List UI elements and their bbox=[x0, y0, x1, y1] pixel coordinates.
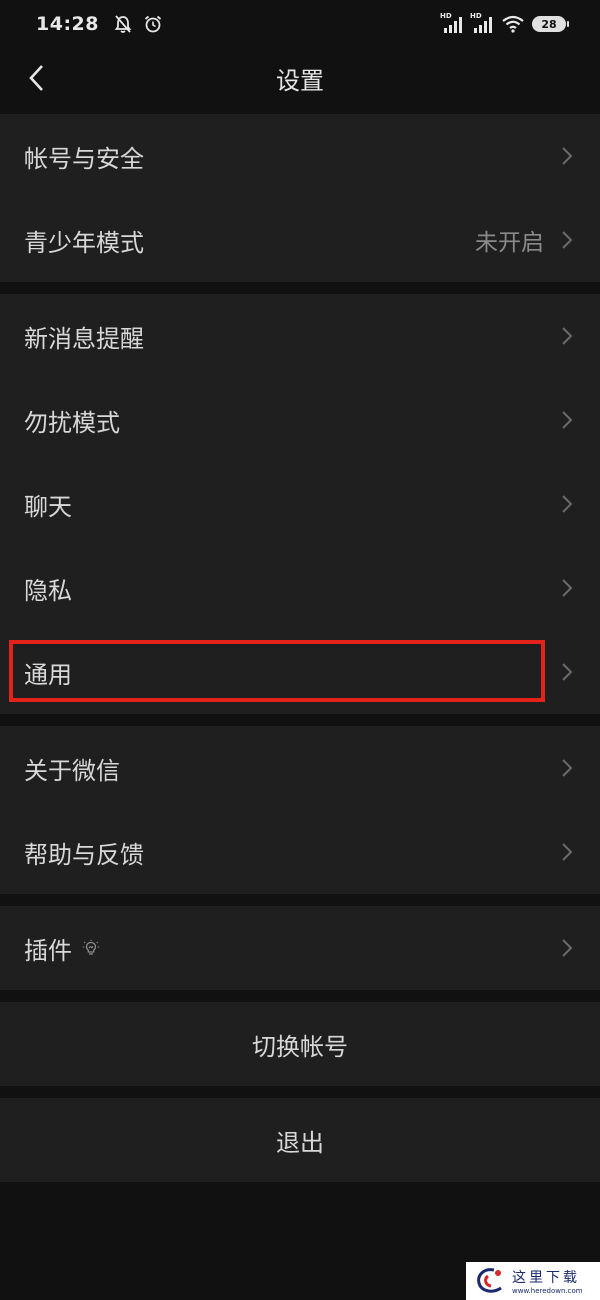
bell-muted-icon bbox=[114, 15, 132, 33]
chevron-right-icon bbox=[562, 759, 573, 777]
settings-item-chat[interactable]: 聊天 bbox=[0, 462, 600, 546]
settings-item-label: 帮助与反馈 bbox=[24, 840, 144, 869]
status-bar: 14:28 HD HD 28 bbox=[0, 0, 600, 48]
settings-item-do-not-disturb[interactable]: 勿扰模式 bbox=[0, 378, 600, 462]
chevron-right-icon bbox=[562, 147, 573, 165]
teen-mode-status: 未开启 bbox=[475, 230, 544, 256]
settings-item-label: 隐私 bbox=[24, 576, 72, 605]
chevron-right-icon bbox=[562, 231, 573, 249]
chevron-right-icon bbox=[562, 411, 573, 429]
highlight-box bbox=[9, 640, 545, 702]
wifi-icon bbox=[502, 15, 524, 33]
page-title: 设置 bbox=[276, 66, 324, 95]
signal-icon: HD bbox=[470, 12, 494, 34]
settings-item-about-wechat[interactable]: 关于微信 bbox=[0, 726, 600, 810]
switch-account-button[interactable]: 切换帐号 bbox=[0, 1002, 600, 1086]
settings-group-account: 帐号与安全 青少年模式 未开启 bbox=[0, 114, 600, 282]
watermark-logo-icon bbox=[477, 1268, 502, 1293]
settings-item-plugins[interactable]: 插件 bbox=[0, 906, 600, 990]
alarm-icon bbox=[144, 15, 162, 33]
battery-icon: 28 bbox=[532, 16, 569, 32]
settings-group-plugins: 插件 bbox=[0, 906, 600, 990]
watermark-url: www.heredown.com bbox=[512, 1287, 583, 1295]
settings-item-label: 新消息提醒 bbox=[24, 324, 144, 353]
signal-icon: HD bbox=[440, 12, 464, 34]
status-time: 14:28 bbox=[36, 13, 99, 35]
switch-account-label: 切换帐号 bbox=[252, 1032, 348, 1061]
settings-item-label: 关于微信 bbox=[24, 756, 120, 785]
settings-group-about: 关于微信 帮助与反馈 bbox=[0, 726, 600, 894]
settings-item-label: 青少年模式 bbox=[24, 228, 144, 257]
settings-item-label: 插件 bbox=[24, 936, 72, 965]
settings-item-privacy[interactable]: 隐私 bbox=[0, 546, 600, 630]
logout-button[interactable]: 退出 bbox=[0, 1098, 600, 1182]
settings-item-help-feedback[interactable]: 帮助与反馈 bbox=[0, 810, 600, 894]
settings-item-label: 勿扰模式 bbox=[24, 408, 120, 437]
settings-item-notifications[interactable]: 新消息提醒 bbox=[0, 294, 600, 378]
chevron-left-icon bbox=[29, 65, 43, 91]
watermark: 这里下载 www.heredown.com bbox=[466, 1262, 600, 1300]
chevron-right-icon bbox=[562, 663, 573, 681]
settings-item-teen-mode[interactable]: 青少年模式 未开启 bbox=[0, 198, 600, 282]
battery-level: 28 bbox=[541, 17, 557, 31]
settings-item-label: 聊天 bbox=[24, 492, 72, 521]
chevron-right-icon bbox=[562, 843, 573, 861]
back-button[interactable] bbox=[16, 58, 56, 98]
signal-hd-label: HD bbox=[470, 12, 482, 20]
lightbulb-icon bbox=[82, 939, 100, 955]
chevron-right-icon bbox=[562, 495, 573, 513]
signal-hd-label: HD bbox=[440, 12, 452, 20]
settings-item-account-security[interactable]: 帐号与安全 bbox=[0, 114, 600, 198]
chevron-right-icon bbox=[562, 579, 573, 597]
watermark-title: 这里下载 bbox=[512, 1270, 580, 1286]
nav-bar: 设置 bbox=[0, 48, 600, 108]
logout-label: 退出 bbox=[276, 1128, 324, 1157]
chevron-right-icon bbox=[562, 327, 573, 345]
chevron-right-icon bbox=[562, 939, 573, 957]
settings-item-label: 帐号与安全 bbox=[24, 144, 144, 173]
